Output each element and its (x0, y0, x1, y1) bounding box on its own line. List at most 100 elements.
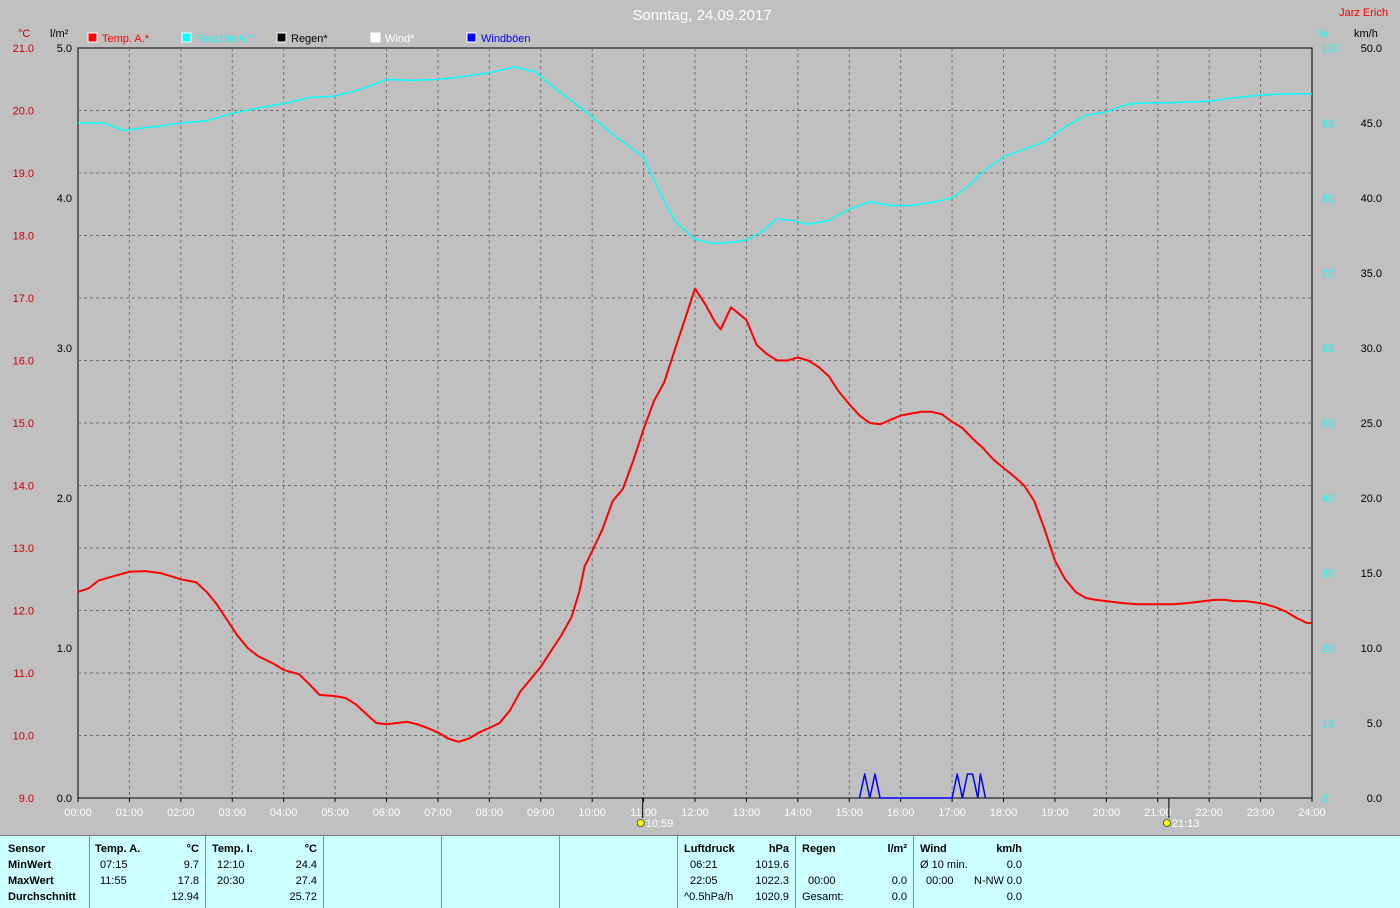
pressure-max: 1022.3 (755, 875, 789, 887)
legend-swatch (181, 32, 192, 43)
x-tick-label: 15:00 (835, 807, 863, 819)
temp-tick-label: 9.0 (19, 793, 34, 805)
temp-a-avg: 12.94 (171, 891, 199, 903)
temp-tick-label: 11.0 (13, 668, 34, 680)
legend-swatch (370, 32, 381, 43)
humidity-tick-label: 60 (1322, 343, 1334, 355)
temp-a-max-time: 11:55 (100, 875, 127, 887)
temp-i-max: 27.4 (295, 875, 317, 887)
wind-max-direction: N-NW (974, 875, 1004, 887)
x-tick-label: 23:00 (1247, 807, 1275, 819)
row-label-avg: Durchschnitt (8, 891, 76, 903)
humidity-tick-label: 10 (1322, 718, 1334, 730)
wind-tick-label: 0.0 (1367, 793, 1382, 805)
x-tick-label: 08:00 (476, 807, 504, 819)
x-tick-label: 21:00 (1144, 807, 1172, 819)
legend-label: Wind* (385, 33, 415, 45)
x-tick-label: 13:00 (733, 807, 761, 819)
wind-tick-label: 30.0 (1361, 343, 1382, 355)
temp-tick-label: 12.0 (13, 606, 34, 618)
x-tick-label: 00:00 (64, 807, 92, 819)
humidity-tick-label: 30 (1322, 568, 1334, 580)
humidity-tick-label: 20 (1322, 643, 1334, 655)
temp-tick-label: 14.0 (13, 481, 34, 493)
chart-title: Sonntag, 24.09.2017 (632, 7, 771, 24)
wind-tick-label: 10.0 (1361, 643, 1382, 655)
x-tick-label: 01:00 (116, 807, 144, 819)
wind-tick-label: 35.0 (1361, 268, 1382, 280)
x-tick-label: 18:00 (990, 807, 1018, 819)
wind-avg: 0.0 (1006, 859, 1022, 871)
x-tick-label: 16:00 (887, 807, 915, 819)
sunrise-icon (636, 819, 645, 827)
humidity-tick-label: 70 (1322, 268, 1334, 280)
pressure-avg: 1020.9 (755, 891, 789, 903)
wind-max: 0.0 (1006, 875, 1022, 887)
legend-label: Regen* (291, 33, 328, 45)
temp-tick-label: 10.0 (13, 731, 34, 743)
wind-max-time: 00:00 (926, 875, 954, 887)
wind-tick-label: 25.0 (1361, 418, 1382, 430)
temp-tick-label: 17.0 (13, 293, 34, 305)
temp-i-min: 24.4 (295, 859, 317, 871)
rain-tick-label: 4.0 (57, 193, 72, 205)
x-tick-label: 05:00 (321, 807, 349, 819)
x-tick-label: 24:00 (1298, 807, 1326, 819)
temp-a-max: 17.8 (177, 875, 199, 887)
stats-col-empty-1 (324, 836, 442, 908)
wind-unit-label: km/h (1354, 28, 1378, 40)
humidity-tick-label: 80 (1322, 193, 1334, 205)
humidity-tick-label: 50 (1322, 418, 1334, 430)
temp-tick-label: 20.0 (13, 106, 34, 118)
x-tick-label: 20:00 (1093, 807, 1121, 819)
temp-tick-label: 18.0 (13, 231, 34, 243)
x-tick-label: 06:00 (373, 807, 401, 819)
temp-tick-label: 19.0 (13, 168, 34, 180)
statistics-panel: Sensor MinWert MaxWert Durchschnitt Temp… (0, 835, 1400, 908)
stats-col-empty-2 (442, 836, 560, 908)
x-tick-label: 07:00 (424, 807, 452, 819)
x-tick-label: 02:00 (167, 807, 195, 819)
pressure-unit: hPa (768, 843, 789, 855)
x-tick-label: 22:00 (1195, 807, 1223, 819)
rain-tick-label: 0.0 (57, 793, 72, 805)
x-tick-label: 14:00 (784, 807, 812, 819)
humidity-tick-label: 40 (1322, 493, 1334, 505)
rain-unit-label: l/m² (50, 28, 69, 40)
pressure-header: Luftdruck (684, 843, 735, 855)
wind-tick-label: 15.0 (1361, 568, 1382, 580)
sunset-icon (1163, 819, 1171, 827)
rain-max-time: 00:00 (808, 875, 836, 887)
rain-tick-label: 2.0 (57, 493, 72, 505)
sun-marker-label: 10:59 (646, 818, 674, 830)
legend-label: Windböen (481, 33, 531, 45)
temp-i-unit: °C (304, 843, 317, 855)
legend-swatch (466, 32, 477, 43)
rain-header: Regen (802, 843, 836, 855)
x-tick-label: 03:00 (218, 807, 246, 819)
legend-label: Feuchte A.* (196, 33, 254, 45)
wind-total: 0.0 (1006, 891, 1022, 903)
row-label-sensor: Sensor (8, 843, 46, 855)
temp-tick-label: 21.0 (13, 43, 34, 55)
legend-swatch (276, 32, 287, 43)
humidity-tick-label: 0 (1322, 793, 1328, 805)
weather-chart: Sonntag, 24.09.2017 Jarz Erich Temp. A.*… (0, 0, 1400, 835)
temp-a-min-time: 07:15 (100, 859, 128, 871)
rain-max: 0.0 (891, 875, 907, 887)
stats-col-temp-i: Temp. I. °C 12:10 24.4 20:30 27.4 25.72 (206, 836, 324, 908)
temp-tick-label: 16.0 (13, 356, 34, 368)
stats-col-labels: Sensor MinWert MaxWert Durchschnitt (0, 836, 90, 908)
rain-tick-label: 1.0 (57, 643, 72, 655)
wind-avg-label: Ø 10 min. (920, 859, 968, 871)
wind-tick-label: 45.0 (1361, 118, 1382, 130)
temp-i-min-time: 12:10 (217, 859, 245, 871)
stats-col-pressure: Luftdruck hPa 06:21 1019.6 22:05 1022.3 … (678, 836, 796, 908)
temp-a-unit: °C (186, 843, 199, 855)
rain-total-label: Gesamt: (802, 891, 844, 903)
wind-tick-label: 40.0 (1361, 193, 1382, 205)
rain-tick-label: 3.0 (57, 343, 72, 355)
pressure-trend-label: ^0.5hPa/h (684, 891, 734, 903)
x-tick-label: 09:00 (527, 807, 555, 819)
author-label: Jarz Erich (1339, 7, 1388, 19)
